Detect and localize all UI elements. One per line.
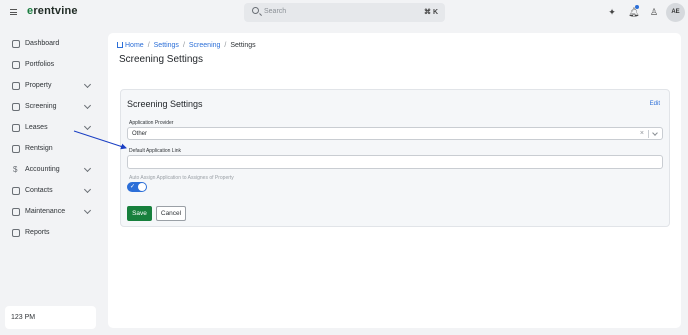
chevron-down-icon[interactable]	[83, 122, 92, 131]
search-shortcut: ⌘ K	[424, 9, 438, 16]
sidebar-item-label: Leases	[25, 124, 48, 131]
property-icon	[12, 82, 20, 90]
application-provider-select[interactable]: Other ×	[127, 127, 663, 140]
sidebar-item-label: Accounting	[25, 166, 60, 173]
page-title: Screening Settings	[119, 54, 203, 65]
leases-icon	[12, 124, 20, 132]
breadcrumb-current: Settings	[230, 42, 256, 49]
sidebar-item-dashboard[interactable]: Dashboard	[12, 38, 92, 52]
auto-assign-label: Auto Assign Application to Assignes of P…	[129, 175, 234, 181]
screening-settings-card: Screening Settings Edit Application Prov…	[120, 89, 670, 227]
sidebar-item-leases[interactable]: Leases	[12, 122, 92, 136]
clear-icon[interactable]: ×	[640, 130, 644, 138]
top-bar: erentvine Search ⌘ K ✦ 🔔︎ ♙ AE	[0, 0, 688, 25]
clock-time: 123 PM	[11, 314, 36, 321]
contacts-icon	[12, 187, 20, 195]
save-button[interactable]: Save	[127, 206, 152, 221]
notification-dot	[635, 5, 639, 9]
chevron-down-icon[interactable]	[83, 101, 92, 110]
screening-icon	[12, 103, 20, 111]
chevron-down-icon[interactable]	[83, 164, 92, 173]
sidebar-item-label: Portfolios	[25, 61, 55, 68]
auto-assign-toggle[interactable]: ✓	[127, 182, 147, 192]
home-icon[interactable]	[117, 42, 123, 48]
wrench-icon	[12, 208, 20, 216]
sidebar-item-contacts[interactable]: Contacts	[12, 185, 92, 199]
sidebar-item-screening[interactable]: Screening	[12, 101, 92, 115]
avatar[interactable]: AE	[666, 3, 685, 22]
sidebar-item-portfolios[interactable]: Portfolios	[12, 59, 92, 73]
portfolio-icon	[12, 61, 20, 69]
sidebar-item-label: Reports	[25, 229, 50, 236]
reports-icon	[12, 229, 20, 237]
bell-icon[interactable]: 🔔︎	[628, 5, 639, 17]
sidebar-item-label: Dashboard	[25, 40, 60, 47]
user-icon[interactable]: ♙	[649, 7, 659, 17]
sidebar-item-label: Rentsign	[25, 145, 53, 152]
rentsign-icon	[12, 145, 20, 153]
dollar-icon: $	[13, 165, 18, 174]
logo[interactable]: erentvine	[27, 5, 78, 17]
chevron-down-icon[interactable]	[652, 130, 658, 136]
toggle-knob	[138, 183, 146, 191]
provider-value: Other	[132, 131, 148, 137]
breadcrumb-screening[interactable]: Screening	[189, 42, 221, 49]
sidebar-item-accounting[interactable]: $ Accounting	[12, 164, 92, 178]
sparkle-icon[interactable]: ✦	[607, 7, 617, 17]
dashboard-icon	[12, 40, 20, 48]
sidebar-item-reports[interactable]: Reports	[12, 227, 92, 241]
sidebar-item-label: Contacts	[25, 187, 53, 194]
edit-link[interactable]: Edit	[650, 101, 660, 107]
chevron-down-icon[interactable]	[83, 80, 92, 89]
menu-icon[interactable]	[10, 9, 17, 15]
sidebar-item-rentsign[interactable]: Rentsign	[12, 143, 92, 157]
breadcrumb-settings[interactable]: Settings	[154, 42, 179, 49]
chevron-down-icon[interactable]	[83, 185, 92, 194]
card-title: Screening Settings	[127, 99, 203, 109]
default-application-link-input[interactable]	[127, 155, 663, 169]
search-bar[interactable]: Search ⌘ K	[244, 3, 445, 22]
search-icon	[252, 7, 259, 14]
breadcrumb-home[interactable]: Home	[125, 42, 144, 49]
cancel-button[interactable]: Cancel	[156, 206, 186, 221]
sidebar-item-label: Screening	[25, 103, 57, 110]
sidebar-item-label: Maintenance	[25, 208, 66, 215]
link-label: Default Application Link	[129, 148, 181, 154]
provider-label: Application Provider	[129, 120, 174, 126]
clock-widget: 123 PM	[5, 306, 96, 329]
search-placeholder: Search	[264, 8, 287, 15]
chevron-down-icon[interactable]	[83, 206, 92, 215]
breadcrumb: Home / Settings / Screening / Settings	[117, 41, 256, 49]
sidebar: Dashboard Portfolios Property Screening …	[0, 25, 104, 335]
sidebar-item-label: Property	[25, 82, 52, 89]
check-icon: ✓	[130, 184, 136, 190]
main-panel: Home / Settings / Screening / Settings Screeni…	[108, 33, 681, 328]
sidebar-item-property[interactable]: Property	[12, 80, 92, 94]
sidebar-item-maintenance[interactable]: Maintenance	[12, 206, 92, 220]
